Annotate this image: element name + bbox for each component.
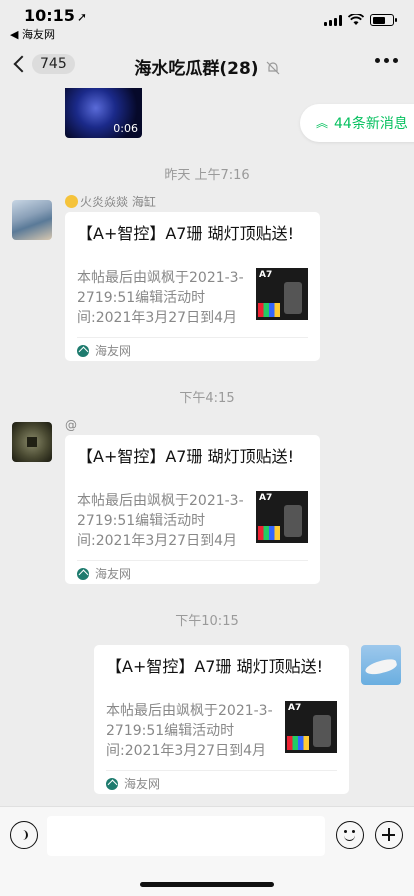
card-thumbnail (256, 268, 308, 320)
message-timestamp: 下午10:15 (175, 614, 239, 629)
location-icon: ➚ (76, 10, 87, 24)
emoji-button[interactable] (336, 821, 364, 849)
card-source: 海友网 (77, 342, 131, 359)
chat-title: 海水吃瓜群(28) (134, 59, 259, 79)
link-card[interactable]: 【A+智控】A7珊 瑚灯顶贴送! 本帖最后由飒枫于2021-3-2719:51编… (65, 212, 320, 361)
avatar[interactable] (12, 200, 52, 240)
divider (106, 770, 337, 771)
new-messages-label: 44条新消息 (334, 116, 408, 132)
card-title: 【A+智控】A7珊 瑚灯顶贴送! (77, 447, 294, 466)
status-time-text: 10:15 (24, 6, 75, 25)
card-title: 【A+智控】A7珊 瑚灯顶贴送! (77, 224, 294, 243)
message-input[interactable] (47, 816, 325, 856)
link-card[interactable]: 【A+智控】A7珊 瑚灯顶贴送! 本帖最后由飒枫于2021-3-2719:51编… (65, 435, 320, 584)
video-message[interactable]: 0:06 (65, 88, 142, 138)
card-source: 海友网 (77, 565, 131, 582)
source-logo-icon (106, 777, 118, 790)
battery-level (372, 16, 385, 24)
divider (77, 560, 308, 561)
new-messages-button[interactable]: ︽ 44条新消息 (300, 104, 414, 142)
source-name: 海友网 (124, 777, 161, 791)
avatar[interactable] (361, 645, 401, 685)
card-thumbnail (285, 701, 337, 753)
back-to-app-link[interactable]: ◀ 海友网 (10, 26, 55, 42)
input-bar (0, 806, 414, 896)
card-source: 海友网 (106, 775, 160, 792)
wifi-icon (348, 14, 364, 25)
home-indicator (140, 882, 274, 887)
cellular-signal-icon (324, 14, 342, 26)
smiley-icon (65, 195, 78, 208)
chat-title-wrap: 海水吃瓜群(28) (0, 54, 414, 79)
link-card[interactable]: 【A+智控】A7珊 瑚灯顶贴送! 本帖最后由飒枫于2021-3-2719:51编… (94, 645, 349, 794)
avatar[interactable] (12, 422, 52, 462)
double-chevron-up-icon: ︽ (316, 116, 329, 130)
source-name: 海友网 (95, 344, 132, 358)
divider (77, 337, 308, 338)
card-description: 本帖最后由飒枫于2021-3-2719:51编辑活动时间:2021年3月27日到… (77, 270, 244, 326)
video-duration: 0:06 (113, 122, 138, 135)
more-actions-button[interactable] (375, 821, 403, 849)
voice-icon (20, 830, 28, 840)
status-time: 10:15 ➚ (24, 6, 87, 25)
voice-input-button[interactable] (10, 821, 38, 849)
chat-header: 745 海水吃瓜群(28) (0, 44, 414, 88)
status-bar: 10:15 ➚ ◀ 海友网 (0, 0, 414, 44)
battery-icon (370, 14, 397, 26)
message-timestamp: 昨天 上午7:16 (164, 168, 250, 183)
sender-name-text: 火炎焱燚 海缸 (80, 195, 156, 209)
status-icons (324, 14, 397, 26)
sender-name: @ (65, 418, 77, 432)
source-logo-icon (77, 344, 89, 357)
message-timestamp: 下午4:15 (179, 391, 235, 406)
card-description: 本帖最后由飒枫于2021-3-2719:51编辑活动时间:2021年3月27日到… (77, 493, 244, 549)
card-thumbnail (256, 491, 308, 543)
card-title: 【A+智控】A7珊 瑚灯顶贴送! (106, 657, 323, 676)
source-logo-icon (77, 567, 89, 580)
card-description: 本帖最后由飒枫于2021-3-2719:51编辑活动时间:2021年3月27日到… (106, 703, 273, 759)
more-options-button[interactable] (375, 58, 398, 63)
source-name: 海友网 (95, 567, 132, 581)
mute-bell-icon (266, 61, 280, 75)
sender-name: 火炎焱燚 海缸 (65, 193, 156, 210)
